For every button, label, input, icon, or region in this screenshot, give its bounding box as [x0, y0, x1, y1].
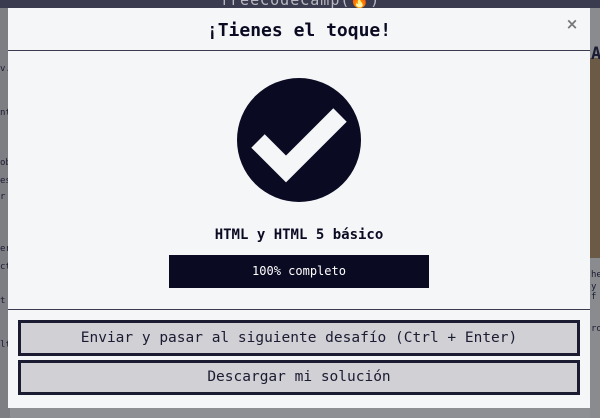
modal-header: ¡Tienes el toque! ×: [8, 8, 590, 51]
background-thumbnail: [590, 58, 600, 258]
modal-title: ¡Tienes el toque!: [206, 20, 392, 41]
download-solution-button[interactable]: Descargar mi solución: [18, 360, 580, 395]
submit-next-challenge-button[interactable]: Enviar y pasar al siguiente desafío (Ctr…: [18, 320, 580, 356]
background-fragment: ro: [591, 324, 600, 334]
background-fragment: he: [591, 270, 600, 280]
background-fragment: t: [0, 296, 6, 306]
course-title: HTML y HTML 5 básico: [214, 227, 384, 243]
close-icon[interactable]: ×: [564, 16, 580, 32]
completion-modal: ¡Tienes el toque! × HTML y HTML 5 básico…: [8, 8, 590, 408]
progress-bar: 100% completo: [169, 255, 429, 288]
check-circle-icon: [236, 77, 362, 203]
background-fragment: y f: [591, 282, 597, 302]
modal-divider: [8, 309, 590, 310]
check-circle-svg: [237, 78, 361, 202]
background-right-panel: A he y f ro: [590, 8, 600, 418]
background-navbar: freeCodeCamp(🔥): [0, 0, 600, 9]
background-fragment: r: [0, 192, 6, 202]
progress-label: 100% completo: [252, 264, 346, 278]
check-circle-disc: [237, 78, 361, 202]
background-fragment: A: [591, 44, 600, 64]
